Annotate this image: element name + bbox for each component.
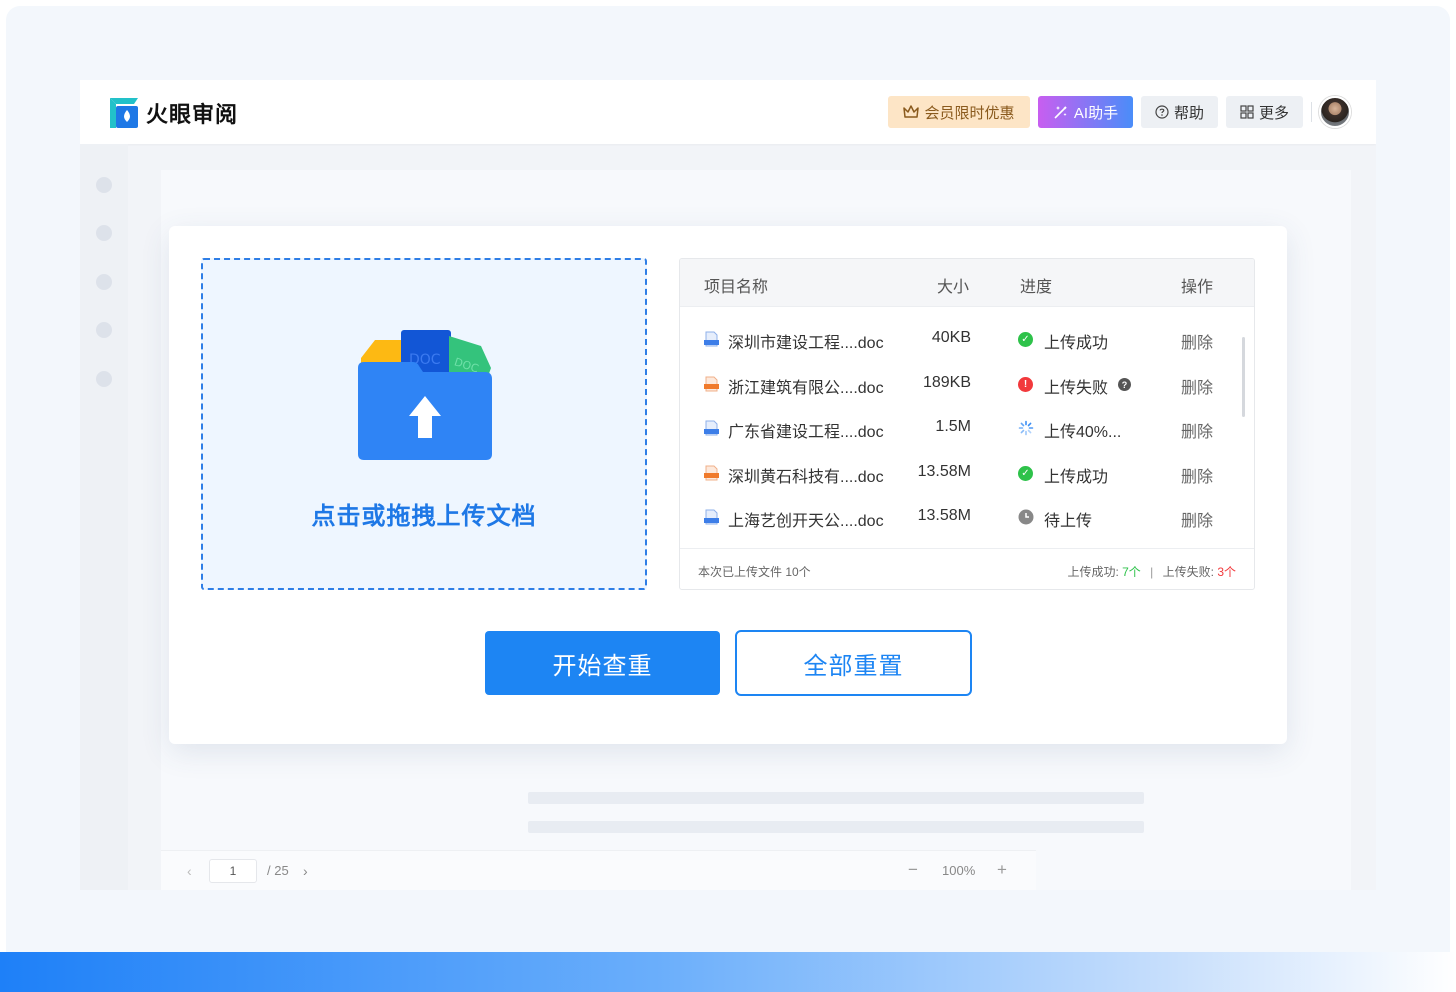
column-progress: 进度 bbox=[1020, 279, 1053, 296]
reset-all-button[interactable]: 全部重置 bbox=[735, 630, 972, 696]
bottom-gradient-band bbox=[0, 952, 1456, 992]
column-name: 项目名称 bbox=[704, 279, 769, 296]
file-size: 189KB bbox=[922, 374, 971, 391]
logo-icon bbox=[110, 98, 138, 128]
wand-icon bbox=[1054, 106, 1067, 119]
upload-status: 上传成功 bbox=[1044, 469, 1109, 486]
clock-icon bbox=[1018, 509, 1034, 525]
header-divider bbox=[1311, 102, 1312, 122]
summary-separator: | bbox=[1150, 565, 1154, 579]
table-row: 深圳黄石科技有....doc 13.58M ✓ 上传成功 删除 bbox=[680, 451, 1254, 495]
chevron-left-icon[interactable]: ‹ bbox=[187, 863, 192, 879]
upload-dialog: DOC DOC 点击或拖拽上传文档 项目名称 大小 进度 操作 深圳市建设工程.… bbox=[169, 226, 1287, 744]
folder-upload-icon: DOC DOC bbox=[358, 330, 492, 460]
delete-button[interactable]: 删除 bbox=[1181, 329, 1213, 353]
avatar[interactable] bbox=[1319, 96, 1351, 128]
upload-summary: 上传成功: 7个 | 上传失败: 3个 bbox=[1067, 563, 1236, 580]
upload-file-table: 项目名称 大小 进度 操作 深圳市建设工程....doc 40KB ✓ 上传成功… bbox=[679, 258, 1255, 590]
ai-assistant-button[interactable]: AI助手 bbox=[1038, 96, 1133, 128]
file-size: 40KB bbox=[931, 329, 971, 346]
success-count: 7个 bbox=[1122, 565, 1141, 579]
placeholder-line bbox=[528, 821, 1144, 833]
sidebar-item[interactable] bbox=[96, 371, 112, 387]
loading-icon bbox=[1018, 420, 1034, 436]
logo[interactable]: 火眼审阅 bbox=[108, 96, 238, 130]
minus-icon[interactable]: − bbox=[908, 860, 918, 880]
table-scrollbar[interactable] bbox=[1242, 337, 1245, 417]
delete-button[interactable]: 删除 bbox=[1181, 463, 1213, 487]
sidebar bbox=[80, 144, 128, 890]
dropzone-text: 点击或拖拽上传文档 bbox=[311, 503, 537, 530]
help-button[interactable]: 帮助 bbox=[1141, 96, 1218, 128]
sidebar-item[interactable] bbox=[96, 225, 112, 241]
fail-count: 3个 bbox=[1217, 565, 1236, 579]
table-footer: 本次已上传文件 10个 上传成功: 7个 | 上传失败: 3个 bbox=[680, 548, 1254, 589]
delete-button[interactable]: 删除 bbox=[1181, 374, 1213, 398]
help-icon bbox=[1155, 105, 1169, 119]
table-header: 项目名称 大小 进度 操作 bbox=[680, 259, 1254, 307]
upload-status: 上传40%... bbox=[1044, 424, 1122, 441]
file-size: 13.58M bbox=[917, 463, 971, 480]
table-row: 上海艺创开天公....doc 13.58M 待上传 删除 bbox=[680, 495, 1254, 539]
logo-text: 火眼审阅 bbox=[146, 102, 239, 127]
sidebar-item[interactable] bbox=[96, 177, 112, 193]
error-circle-icon: ! bbox=[1018, 377, 1033, 392]
vip-offer-button[interactable]: 会员限时优惠 bbox=[888, 96, 1030, 128]
table-row: 深圳市建设工程....doc 40KB ✓ 上传成功 删除 bbox=[680, 317, 1254, 361]
upload-status: 待上传 bbox=[1044, 513, 1093, 530]
start-check-button[interactable]: 开始查重 bbox=[485, 631, 720, 695]
grid-icon bbox=[1240, 105, 1254, 119]
check-circle-icon: ✓ bbox=[1018, 332, 1033, 347]
column-size: 大小 bbox=[937, 279, 970, 296]
plus-icon[interactable]: + bbox=[997, 860, 1007, 880]
help-label: 帮助 bbox=[1173, 104, 1204, 122]
chevron-right-icon[interactable]: › bbox=[303, 863, 308, 879]
more-label: 更多 bbox=[1258, 104, 1289, 122]
zoom-level: 100% bbox=[942, 863, 976, 878]
file-size: 13.58M bbox=[917, 507, 971, 524]
check-circle-icon: ✓ bbox=[1018, 466, 1033, 481]
placeholder-line bbox=[528, 792, 1144, 804]
table-row: 浙江建筑有限公....doc 189KB ! 上传失败 ? 删除 bbox=[680, 362, 1254, 406]
page-navigator: ‹ 1 / 25 › − 100% + bbox=[161, 850, 1036, 890]
crown-icon bbox=[903, 105, 920, 118]
sidebar-item[interactable] bbox=[96, 322, 112, 338]
delete-button[interactable]: 删除 bbox=[1181, 507, 1213, 531]
ai-assistant-label: AI助手 bbox=[1073, 104, 1119, 122]
question-icon[interactable]: ? bbox=[1118, 378, 1131, 391]
page-total: / 25 bbox=[267, 863, 289, 878]
uploaded-count: 本次已上传文件 10个 bbox=[698, 565, 811, 579]
file-size: 1.5M bbox=[935, 418, 971, 435]
delete-button[interactable]: 删除 bbox=[1181, 418, 1213, 442]
table-row: 广东省建设工程....doc 1.5M 上传40%... 删除 bbox=[680, 406, 1254, 450]
upload-status: 上传成功 bbox=[1044, 335, 1109, 352]
vip-offer-label: 会员限时优惠 bbox=[924, 104, 1015, 122]
top-bar: 火眼审阅 会员限时优惠 AI助手 帮助 更多 bbox=[80, 80, 1376, 144]
column-action: 操作 bbox=[1181, 279, 1214, 296]
fail-label: 上传失败: bbox=[1162, 565, 1214, 579]
upload-status: 上传失败 bbox=[1044, 380, 1109, 397]
success-label: 上传成功: bbox=[1067, 565, 1119, 579]
upload-dropzone[interactable]: DOC DOC 点击或拖拽上传文档 bbox=[201, 258, 647, 590]
page-input[interactable]: 1 bbox=[209, 859, 257, 883]
more-button[interactable]: 更多 bbox=[1226, 96, 1303, 128]
sidebar-item[interactable] bbox=[96, 274, 112, 290]
